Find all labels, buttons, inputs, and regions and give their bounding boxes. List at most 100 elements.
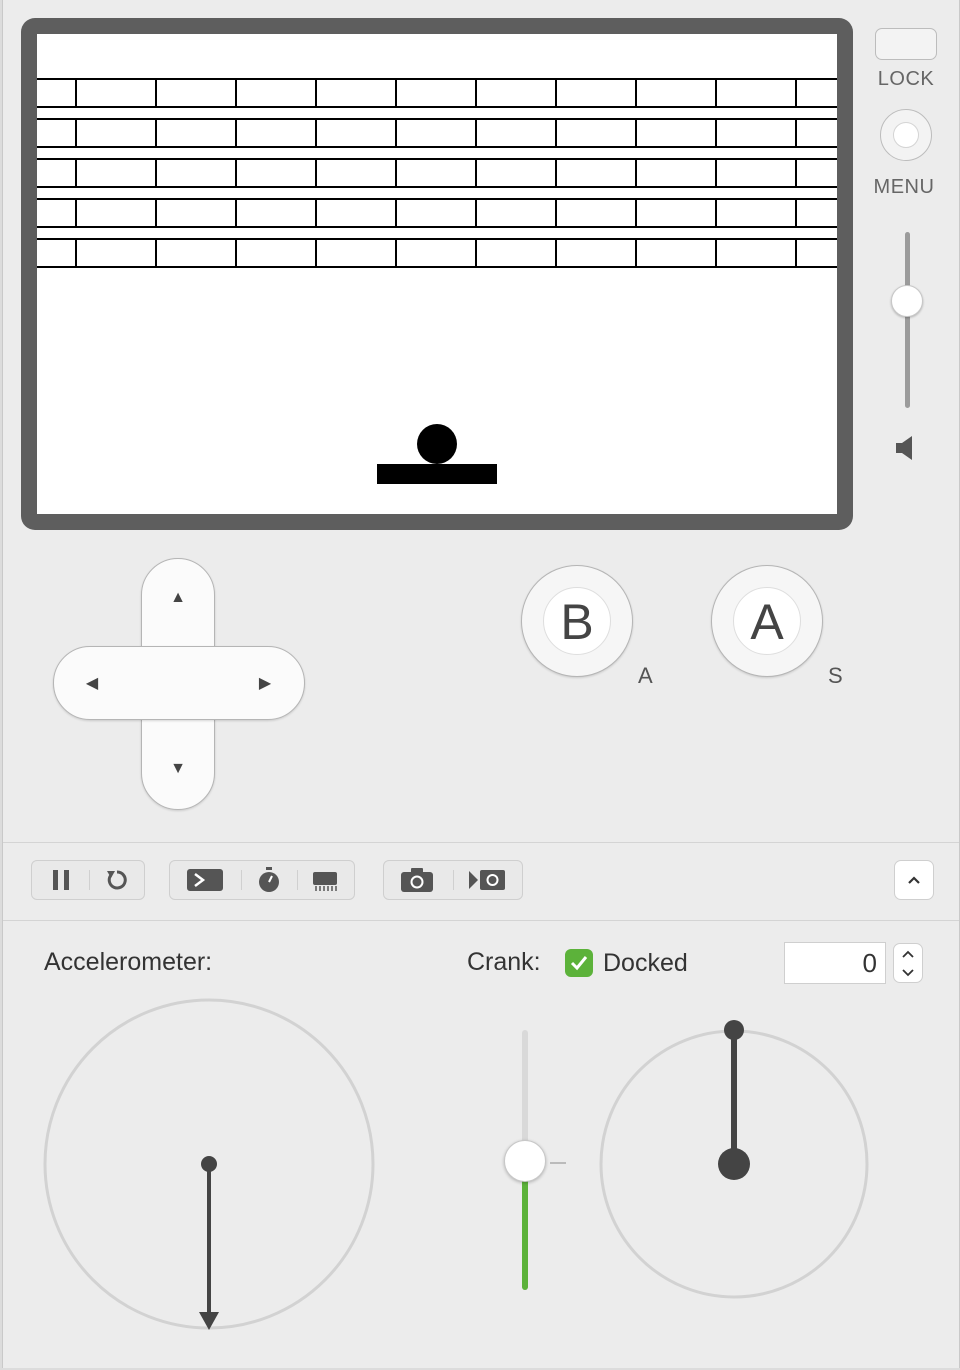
brick-divider: [315, 120, 317, 146]
brick-divider: [395, 200, 397, 226]
dpad-down-button[interactable]: ▼: [163, 754, 193, 784]
brick-divider: [155, 200, 157, 226]
brick-divider: [315, 200, 317, 226]
brick-row: [37, 118, 837, 148]
brick-divider: [475, 200, 477, 226]
debug-toolbar-group: [169, 860, 355, 900]
brick-divider: [795, 80, 797, 106]
collapse-panel-button[interactable]: [894, 860, 934, 900]
console-button[interactable]: [178, 861, 232, 899]
brick-divider: [635, 80, 637, 106]
screen-bezel: [21, 18, 853, 530]
dpad: ▲ ▼ ◀ ▶: [53, 558, 305, 810]
record-video-icon: [469, 870, 505, 890]
brick-divider: [155, 240, 157, 266]
ball: [417, 424, 457, 464]
brick-divider: [315, 80, 317, 106]
chevron-up-icon: [902, 950, 914, 958]
brick-divider: [475, 160, 477, 186]
memory-chip-icon: [313, 872, 337, 891]
brick-divider: [555, 160, 557, 186]
pause-icon: [53, 870, 69, 890]
brick-divider: [395, 80, 397, 106]
crank-dial[interactable]: [595, 1014, 875, 1304]
brick-divider: [235, 80, 237, 106]
brick-divider: [715, 120, 717, 146]
crank-hub: [718, 1148, 750, 1180]
brick-divider: [635, 120, 637, 146]
memory-button[interactable]: [298, 861, 352, 899]
dpad-center: [142, 647, 214, 719]
brick-row: [37, 78, 837, 108]
brick-divider: [475, 240, 477, 266]
brick-divider: [75, 200, 77, 226]
brick-divider: [155, 80, 157, 106]
camera-icon: [401, 868, 433, 892]
crank-slider-tick: [550, 1162, 566, 1164]
speaker-icon: [896, 436, 912, 460]
divider: [3, 842, 959, 843]
brick-divider: [715, 240, 717, 266]
a-button-label: A: [733, 587, 801, 655]
brick-divider: [235, 160, 237, 186]
menu-button[interactable]: [880, 109, 932, 161]
dpad-up-button[interactable]: ▲: [163, 583, 193, 613]
lock-button[interactable]: [875, 28, 937, 60]
brick-divider: [395, 160, 397, 186]
brick-divider: [75, 80, 77, 106]
brick-divider: [75, 240, 77, 266]
crank-label: Crank:: [467, 948, 541, 976]
brick-divider: [715, 200, 717, 226]
stopwatch-button[interactable]: [242, 861, 296, 899]
simulator-window: LOCK MENU ▲ ▼ ◀ ▶ B A A S Accelerometer:…: [2, 0, 960, 1368]
restart-button[interactable]: [90, 861, 144, 899]
chevron-down-icon: [902, 968, 914, 976]
accelerometer-label: Accelerometer:: [44, 948, 213, 976]
a-button-key-hint: S: [828, 663, 843, 688]
b-button[interactable]: B: [521, 565, 633, 677]
accelerometer-handle[interactable]: [201, 1156, 217, 1172]
checkmark-icon: [570, 956, 588, 971]
volume-slider-knob[interactable]: [891, 285, 923, 317]
console-icon: [187, 869, 223, 891]
brick-divider: [635, 240, 637, 266]
lock-label: LOCK: [877, 68, 935, 90]
dpad-left-button[interactable]: ◀: [77, 669, 107, 699]
crank-angle-field[interactable]: 0: [784, 942, 886, 984]
toolbar-separator: [453, 870, 454, 890]
brick-divider: [795, 200, 797, 226]
brick-divider: [395, 240, 397, 266]
chevron-up-icon: [908, 876, 920, 884]
a-button[interactable]: A: [711, 565, 823, 677]
paddle: [377, 464, 497, 484]
stepper-down-button[interactable]: [894, 963, 922, 982]
brick-divider: [315, 160, 317, 186]
docked-label: Docked: [603, 949, 688, 977]
game-screen: [37, 34, 837, 514]
accelerometer-pad[interactable]: [39, 994, 379, 1334]
brick-divider: [75, 160, 77, 186]
brick-divider: [555, 240, 557, 266]
brick-divider: [635, 200, 637, 226]
b-button-label: B: [543, 587, 611, 655]
crank-angle-stepper: [893, 943, 923, 983]
volume-slider-track[interactable]: [905, 232, 910, 408]
b-button-key-hint: A: [638, 663, 653, 688]
brick-divider: [475, 80, 477, 106]
stepper-up-button[interactable]: [894, 944, 922, 963]
docked-checkbox[interactable]: [565, 949, 593, 977]
crank-handle[interactable]: [724, 1020, 744, 1040]
stopwatch-icon: [259, 867, 279, 892]
record-video-button[interactable]: [460, 861, 514, 899]
brick-divider: [555, 80, 557, 106]
crank-slider-knob[interactable]: [504, 1140, 546, 1182]
menu-label: MENU: [873, 176, 935, 198]
brick-row: [37, 238, 837, 268]
dpad-right-button[interactable]: ▶: [250, 669, 280, 699]
brick-divider: [715, 80, 717, 106]
screenshot-button[interactable]: [390, 861, 444, 899]
pause-button[interactable]: [34, 861, 88, 899]
brick-divider: [235, 120, 237, 146]
brick-row: [37, 198, 837, 228]
brick-divider: [235, 200, 237, 226]
